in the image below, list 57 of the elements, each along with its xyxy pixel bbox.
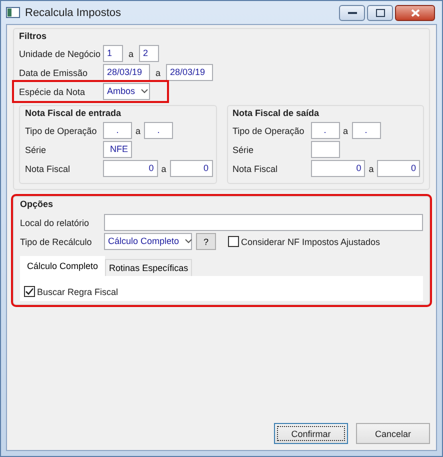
dropdown[interactable]: Cálculo Completo — [104, 233, 192, 250]
dialog-button[interactable]: Cancelar — [356, 423, 430, 444]
minimize-button[interactable] — [339, 4, 365, 20]
input-field[interactable]: 0 — [310, 160, 366, 177]
range-separator: a — [368, 164, 375, 174]
caret-icon — [185, 239, 192, 244]
input-field[interactable]: 0 — [103, 160, 158, 177]
range-separator: a — [134, 126, 142, 136]
dialog-button[interactable]: Confirmar — [274, 423, 348, 444]
input-field[interactable]: . — [310, 122, 340, 139]
field-label: Tipo de Operação — [25, 126, 98, 136]
dropdown[interactable]: Ambos — [103, 83, 150, 100]
input-field[interactable]: . — [352, 122, 380, 139]
input-field[interactable]: 0 — [377, 160, 420, 177]
range-separator: a — [160, 164, 168, 174]
input-field[interactable]: 2 — [139, 45, 159, 62]
checkbox[interactable] — [24, 286, 35, 297]
help-button[interactable]: ? — [196, 233, 216, 250]
maximize-button[interactable] — [367, 4, 393, 20]
checkbox[interactable] — [228, 236, 239, 247]
field-label: Série — [232, 144, 255, 154]
tab[interactable]: Rotinas Específicas — [105, 259, 192, 276]
maximize-icon — [376, 8, 384, 16]
input-field[interactable]: . — [144, 122, 173, 139]
close-icon — [410, 8, 420, 16]
window-title: Recalcula Impostos — [25, 6, 122, 18]
tab[interactable]: Cálculo Completo — [20, 256, 106, 276]
app-icon — [6, 7, 20, 18]
input-field[interactable] — [104, 214, 423, 231]
group-title: Nota Fiscal de saída — [232, 108, 320, 118]
group-title: Filtros — [19, 31, 48, 41]
close-button[interactable] — [395, 4, 435, 20]
input-field[interactable]: 28/03/19 — [166, 64, 213, 81]
field-label: Local do relatório — [20, 218, 90, 228]
field-label: Série — [25, 144, 48, 154]
field-label: Espécie da Nota — [19, 86, 86, 96]
input-field[interactable] — [310, 141, 340, 158]
input-field[interactable]: NFE — [103, 141, 132, 158]
input-field[interactable]: . — [103, 122, 132, 139]
minimize-icon — [348, 11, 356, 14]
input-field[interactable]: 1 — [103, 45, 123, 62]
range-separator: a — [127, 48, 134, 58]
caret-icon — [141, 89, 148, 94]
field-label: Data de Emissão — [19, 68, 89, 78]
group-title: Nota Fiscal de entrada — [25, 108, 122, 118]
range-separator: a — [342, 126, 349, 136]
field-label: Tipo de Recálculo — [20, 236, 93, 246]
input-field[interactable]: 0 — [170, 160, 212, 177]
checkbox-label: Buscar Regra Fiscal — [37, 286, 118, 296]
field-label: Nota Fiscal — [25, 164, 72, 174]
field-label: Unidade de Negócio — [19, 48, 102, 58]
input-field[interactable]: 28/03/19 — [103, 64, 150, 81]
field-label: Tipo de Operação — [232, 126, 306, 136]
checkbox-label: Considerar NF Impostos Ajustados — [241, 236, 380, 246]
field-label: Nota Fiscal — [232, 164, 279, 174]
range-separator: a — [154, 68, 162, 78]
group-title: Opções — [20, 199, 54, 209]
